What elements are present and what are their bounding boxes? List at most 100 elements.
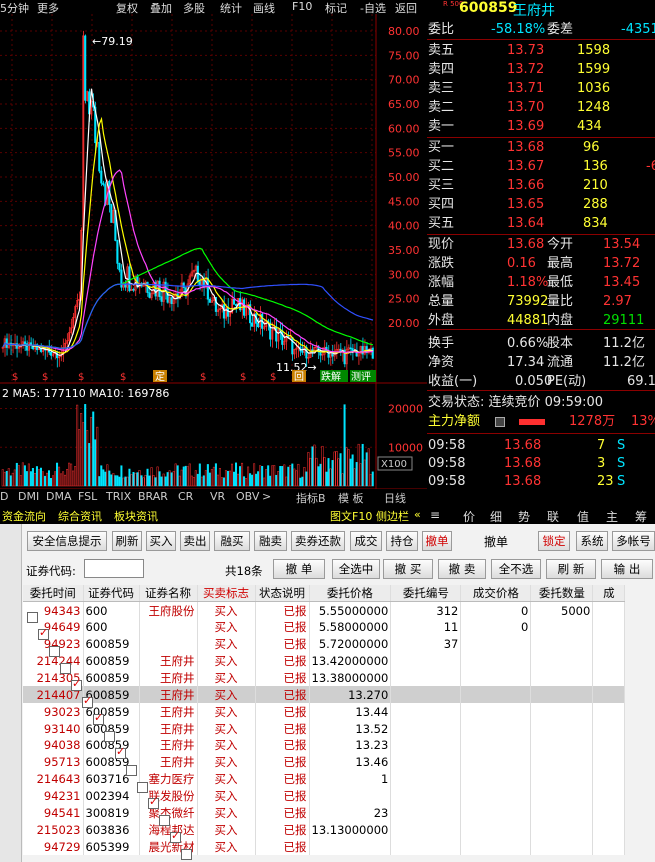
table-row[interactable]: 94649 600 买入 已报 5.58000000 11 0 [23,618,626,636]
indicator-tab[interactable]: 指标B [296,490,326,506]
toolbar-button[interactable]: 买入 [146,531,176,551]
column-header[interactable]: 状态说明 [255,585,310,603]
info-tab[interactable]: 综合资讯 [58,508,102,524]
side-tab[interactable]: 价 [463,508,475,525]
indicator-tab[interactable]: FSL [78,490,97,503]
cell-time: 214643 [23,770,84,788]
row-checkbox[interactable] [60,662,71,674]
info-tab[interactable]: 资金流向 [2,508,46,524]
kline-chart[interactable]: 80.00 75.00 70.00 65.00 60.00 55.00 50.00 45.00… [0,14,427,489]
row-checkbox[interactable] [170,829,181,844]
cell-status: 已报 [255,686,310,704]
filter-button[interactable]: 撤 卖 [438,559,486,579]
cell-status: 已报 [255,753,310,771]
info-tab[interactable]: 图文F10 [330,508,372,524]
tick-side: S [617,474,626,489]
row-checkbox[interactable] [38,626,49,640]
table-row[interactable]: 214305 600859 王府井 买入 已报 13.38000000 [23,669,626,687]
lock-button[interactable]: 锁定 [538,531,570,551]
stat-value: 11.2亿 [603,355,645,370]
toolbar-button[interactable]: 卖出 [180,531,210,551]
info-tab[interactable]: « [414,508,421,521]
column-header[interactable]: 委托价格 [309,585,392,603]
cell-deal [460,669,532,687]
table-row[interactable]: 95713 600859 王府井 买入 已报 13.46 [23,753,626,771]
side-tab[interactable]: ≡ [430,508,440,522]
indicator-tab[interactable]: D [0,490,8,503]
column-header[interactable]: 委托数量 [530,585,594,603]
toolbar-button[interactable]: 撤单 [422,531,452,551]
table-row[interactable]: 94729 605399 晨光新材 买入 已报 [23,838,626,856]
row-checkbox[interactable] [181,849,192,861]
row-checkbox[interactable] [159,815,170,827]
column-header[interactable]: 成交价格 [460,585,532,603]
row-checkbox[interactable] [148,795,159,810]
side-tab[interactable]: 值 [577,508,589,525]
cell-status: 已报 [255,618,310,636]
info-tab[interactable]: 侧边栏 [376,508,409,524]
side-tab[interactable]: 细 [490,508,502,525]
indicator-tab[interactable]: > [262,490,271,503]
indicator-tab[interactable]: DMA [46,490,72,503]
filter-button[interactable]: 全选中 [332,559,380,579]
toolbar-button[interactable]: 刷新 [112,531,142,551]
toolbar-button[interactable]: 成交 [350,531,382,551]
indicator-tab[interactable]: DMI [18,490,39,503]
multi-account-button[interactable]: 多帐号 [612,531,655,551]
table-row[interactable]: 94343 600 王府股份 买入 已报 5.55000000 312 0 5000 [23,601,626,619]
indicator-tab[interactable]: VR [210,490,225,503]
toolbar-button[interactable]: 安全信息提示 [27,531,107,551]
cell-deal [460,838,532,856]
row-checkbox[interactable] [115,745,126,759]
table-row[interactable]: 214643 603716 塞力医疗 买入 已报 1 [23,770,626,788]
table-row[interactable]: 93023 600859 王府井 买入 已报 13.44 [23,703,626,721]
row-checkbox[interactable] [49,645,60,657]
table-row[interactable]: 214244 600859 王府井 买入 已报 13.42000000 [23,652,626,670]
indicator-tab[interactable]: BRAR [138,490,168,503]
filter-button[interactable]: 刷 新 [546,559,596,579]
side-tab[interactable]: 势 [518,508,530,525]
table-row[interactable]: 94541 300819 聚杰微纤 买入 已报 23 [23,804,626,822]
cell-price: 13.23 [309,737,392,754]
filter-button[interactable]: 撤 单 [273,559,325,579]
table-row[interactable]: 214407 600859 王府井 买入 已报 13.270 [23,686,626,704]
system-button[interactable]: 系统 [576,531,608,551]
row-checkbox[interactable] [104,730,115,742]
column-header[interactable]: 证券代码 [83,585,140,603]
indicator-tab[interactable]: TRIX [106,490,131,503]
info-tabs: 资金流向 综合资讯 板块资讯 图文F10 侧边栏 « ≡ 价细势联 值主筹 [0,507,655,524]
security-code-input[interactable] [84,559,144,578]
column-header[interactable]: 证券名称 [139,585,198,603]
side-tab[interactable]: 联 [547,508,559,525]
indicator-tab[interactable]: 日线 [384,490,406,506]
row-checkbox[interactable] [82,694,93,708]
info-tab[interactable]: 板块资讯 [114,508,158,524]
row-checkbox[interactable] [137,781,148,793]
row-checkbox[interactable] [71,677,82,691]
row-checkbox[interactable] [126,764,137,776]
indicator-tab[interactable]: CR [178,490,193,503]
menu-item[interactable]: F10 [292,0,312,13]
side-tab[interactable]: 筹 [635,508,647,525]
indicator-tab[interactable]: 模 板 [338,490,364,506]
row-checkbox[interactable] [93,711,104,725]
table-row[interactable]: 215023603836海程邦达买入已报13.13000000 [23,821,626,839]
indicator-tab[interactable]: OBV [236,490,259,503]
table-row[interactable]: 94231 002394 联发股份 买入 已报 [23,787,626,805]
toolbar-button[interactable]: 持仓 [386,531,418,551]
filter-button[interactable]: 输 出 [601,559,653,579]
toolbar-button[interactable]: 融买 [214,531,250,551]
row-checkbox[interactable] [27,612,38,623]
filter-button[interactable]: 全不选 [491,559,541,579]
toolbar-button[interactable]: 融卖 [254,531,287,551]
filter-button[interactable]: 撤 买 [383,559,433,579]
sell-level-label: 卖四 [428,62,455,77]
column-header[interactable]: 成 [592,585,626,603]
column-header[interactable]: 委托编号 [390,585,462,603]
table-row[interactable]: 94923 600859 买入 已报 5.72000000 37 [23,635,626,653]
buy-volume: 288 [583,197,608,212]
column-header[interactable]: 委托时间 [23,585,84,603]
side-tab[interactable]: 主 [606,508,618,525]
toolbar-button[interactable]: 卖券还款 [291,531,345,551]
column-header[interactable]: 买卖标志 [197,585,256,603]
